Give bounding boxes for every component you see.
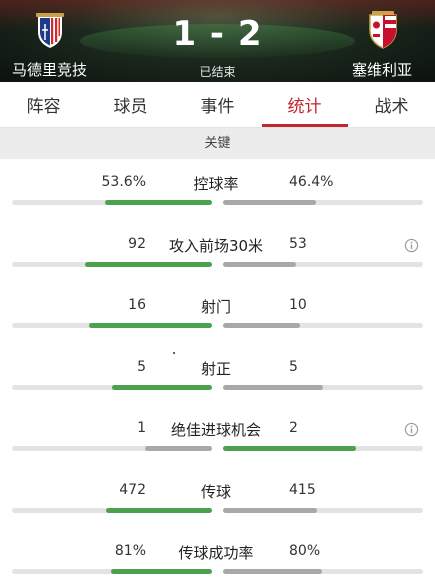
stat-away-value: 10 [289,297,307,313]
stat-label: 攻入前场30米 [168,236,264,255]
home-bar-fill [105,200,212,205]
home-bar-track [12,569,212,574]
home-bar-track [12,446,212,451]
stat-label: 传球成功率 [178,544,254,562]
home-bar-track [12,507,212,513]
stat-label: 射门 [200,298,231,316]
info-icon[interactable] [404,422,419,437]
stat-away-value: 53 [289,235,307,252]
stat-home-value: 472 [119,481,146,498]
stat-label: 射正 [200,359,231,378]
home-bar-fill [85,261,212,267]
stat-away-value: 46.4% [289,174,334,190]
tab-lineup[interactable]: 阵容 [0,92,87,117]
tab-players[interactable]: 球员 [87,92,174,117]
stat-away-value: 5 [289,358,298,375]
away-bar-fill [223,323,300,328]
stat-home-value: 1 [137,420,146,436]
away-bar-fill [223,446,356,451]
home-bar-fill [111,569,212,574]
stat-row: 16 射门 10 [0,297,435,357]
stat-away-value: 2 [289,420,298,436]
stat-row: 1 绝佳进球机会 2 [0,420,435,480]
stat-away-value: 415 [289,481,316,498]
home-bar-track [12,323,212,328]
match-status: 已结束 [199,65,236,79]
stat-home-value: 16 [128,297,146,313]
away-bar-track [223,569,423,574]
home-bar-track [12,200,212,205]
stat-label: 控球率 [193,175,239,193]
away-bar-track [223,261,423,267]
stray-dot [173,352,175,354]
away-bar-track [223,200,423,205]
stat-away-value: 80% [289,543,321,559]
home-bar-track [12,384,212,390]
stat-home-value: 92 [128,235,146,252]
away-bar-fill [223,569,322,574]
home-bar-track [12,261,212,267]
stat-row: 5 射正 5 [0,359,435,419]
stat-row: 81% 传球成功率 80% [0,543,435,580]
tab-stats[interactable]: 统计 [261,92,348,117]
away-bar-track [223,446,423,451]
tab-events[interactable]: 事件 [174,92,261,117]
home-bar-fill [145,446,212,451]
away-bar-fill [223,384,323,390]
tab-tactics[interactable]: 战术 [348,92,435,117]
away-bar-fill [223,507,317,513]
stat-label: 传球 [200,482,231,501]
stat-row: 472 传球 415 [0,482,435,542]
away-bar-track [223,323,423,328]
home-bar-fill [89,323,212,328]
stat-label: 绝佳进球机会 [170,421,261,439]
away-bar-fill [223,200,316,205]
stat-home-value: 81% [114,543,146,559]
match-score: 1 - 2 [172,14,263,54]
stat-home-value: 5 [137,358,146,375]
home-bar-fill [106,507,212,513]
info-icon[interactable] [404,238,419,253]
active-tab-indicator [262,124,348,127]
away-bar-fill [223,261,296,267]
away-bar-track [223,507,423,513]
section-header-key: 关键 [0,128,435,159]
stat-row: 92 攻入前场30米 53 [0,236,435,296]
match-header: 马德里竞技 塞维利亚 1 - 2 已结束 [0,0,435,82]
home-bar-fill [112,384,212,390]
away-bar-track [223,384,423,390]
stat-home-value: 53.6% [101,174,146,190]
stat-row: 53.6% 控球率 46.4% [0,174,435,234]
tab-bar: 阵容 球员 事件 统计 战术 [0,82,435,128]
